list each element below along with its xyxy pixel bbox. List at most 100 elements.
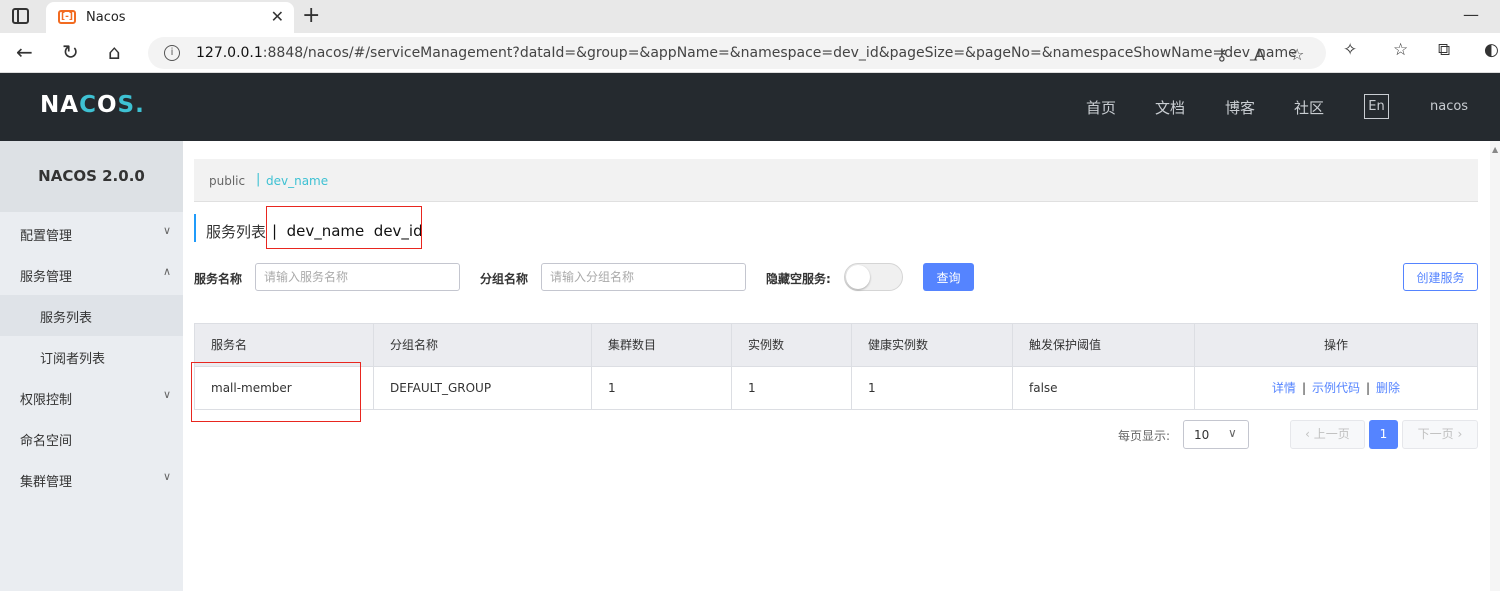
info-icon[interactable]: i bbox=[164, 45, 180, 61]
group-name-label: 分组名称 bbox=[480, 272, 529, 286]
read-aloud-icon[interactable]: A bbox=[1254, 45, 1265, 64]
cell-healthy-count: 1 bbox=[852, 367, 1013, 409]
col-group-name: 分组名称 bbox=[374, 324, 592, 366]
cell-threshold: false bbox=[1013, 367, 1195, 409]
chevron-right-icon: › bbox=[1453, 427, 1463, 441]
col-cluster-count: 集群数目 bbox=[592, 324, 732, 366]
refresh-icon[interactable]: ↻ bbox=[62, 40, 79, 64]
namespace-separator: | bbox=[256, 172, 261, 187]
current-page-button[interactable]: 1 bbox=[1369, 420, 1398, 449]
collections-icon[interactable]: ⧉ bbox=[1438, 40, 1450, 60]
annotation-box-service bbox=[191, 362, 361, 422]
nav-community[interactable]: 社区 bbox=[1294, 97, 1324, 118]
sidebar-title: NACOS 2.0.0 bbox=[0, 141, 183, 212]
sidebar-item-service-list[interactable]: 服务列表 bbox=[0, 295, 183, 336]
chevron-down-icon: ∨ bbox=[1228, 426, 1237, 440]
sidebar-item-label: 配置管理 bbox=[20, 229, 73, 244]
chevron-left-icon: ‹ bbox=[1305, 427, 1314, 441]
page-size-label: 每页显示: bbox=[1118, 429, 1171, 443]
new-tab-icon[interactable]: + bbox=[302, 3, 320, 28]
key-icon[interactable]: ⚷ bbox=[1216, 45, 1228, 64]
page-size-value: 10 bbox=[1194, 428, 1210, 442]
url-field[interactable]: i 127.0.0.1:8848/nacos/#/serviceManageme… bbox=[148, 37, 1326, 69]
page-size-select[interactable]: 10 ∨ bbox=[1183, 420, 1249, 449]
chevron-down-icon: ∨ bbox=[163, 388, 172, 401]
nav-home[interactable]: 首页 bbox=[1086, 97, 1116, 118]
user-menu[interactable]: nacos bbox=[1430, 99, 1468, 114]
chevron-down-icon: ∨ bbox=[163, 224, 172, 237]
sidebar-item-cluster[interactable]: 集群管理 ∨ bbox=[0, 459, 183, 500]
cell-actions: 详情 | 示例代码 | 删除 bbox=[1195, 367, 1477, 409]
sidebar-item-label: 命名空间 bbox=[20, 434, 73, 449]
col-instance-count: 实例数 bbox=[732, 324, 852, 366]
action-separator: | bbox=[1301, 381, 1306, 395]
namespace-dev[interactable]: dev_name bbox=[266, 174, 328, 188]
language-switch[interactable]: En bbox=[1364, 94, 1389, 119]
close-icon[interactable]: ✕ bbox=[271, 7, 284, 26]
next-page-button[interactable]: 下一页 › bbox=[1402, 420, 1478, 449]
namespace-public[interactable]: public bbox=[209, 174, 245, 188]
col-threshold: 触发保护阈值 bbox=[1013, 324, 1195, 366]
create-service-button[interactable]: 创建服务 bbox=[1403, 263, 1478, 291]
namespace-bar: public | dev_name bbox=[194, 159, 1478, 202]
annotation-box-namespace bbox=[266, 206, 422, 249]
page-title: 服务列表 bbox=[206, 223, 267, 241]
scroll-up-icon[interactable]: ▲ bbox=[1492, 145, 1498, 154]
group-name-input[interactable] bbox=[541, 263, 746, 291]
prev-page-label: 上一页 bbox=[1313, 427, 1350, 441]
sidebar-item-label: 权限控制 bbox=[20, 393, 73, 408]
col-healthy-count: 健康实例数 bbox=[852, 324, 1013, 366]
detail-link[interactable]: 详情 bbox=[1272, 381, 1296, 395]
home-icon[interactable]: ⌂ bbox=[108, 40, 121, 64]
sidebar-item-auth[interactable]: 权限控制 ∨ bbox=[0, 377, 183, 418]
browser-tab[interactable]: [-] Nacos ✕ bbox=[46, 2, 294, 33]
table-header: 服务名 分组名称 集群数目 实例数 健康实例数 触发保护阈值 操作 bbox=[194, 323, 1478, 367]
col-actions: 操作 bbox=[1323, 338, 1348, 352]
sidebar-item-subscribers[interactable]: 订阅者列表 bbox=[0, 336, 183, 377]
sidebar: NACOS 2.0.0 配置管理 ∨ 服务管理 ∧ 服务列表 订阅者列表 权限控… bbox=[0, 141, 183, 591]
sidebar-item-namespace[interactable]: 命名空间 bbox=[0, 418, 183, 459]
hide-empty-toggle[interactable] bbox=[844, 263, 903, 291]
address-bar-row: ← ↻ ⌂ i 127.0.0.1:8848/nacos/#/serviceMa… bbox=[0, 33, 1500, 73]
next-page-label: 下一页 bbox=[1417, 427, 1454, 441]
profile-icon[interactable]: ◐ bbox=[1484, 40, 1499, 60]
prev-page-button[interactable]: ‹ 上一页 bbox=[1290, 420, 1365, 449]
query-button[interactable]: 查询 bbox=[923, 263, 974, 291]
sidebar-item-config[interactable]: 配置管理 ∨ bbox=[0, 213, 183, 254]
extensions-icon[interactable]: ✧ bbox=[1343, 40, 1357, 60]
top-navigation: NACOS. 首页 文档 博客 社区 En nacos bbox=[0, 73, 1500, 141]
sidebar-item-label: 服务列表 bbox=[40, 311, 93, 326]
nacos-logo[interactable]: NACOS. bbox=[40, 92, 145, 118]
tab-title: Nacos bbox=[86, 10, 126, 25]
title-accent-bar bbox=[194, 214, 196, 242]
cell-instance-count: 1 bbox=[732, 367, 852, 409]
cell-cluster-count: 1 bbox=[592, 367, 732, 409]
nav-blog[interactable]: 博客 bbox=[1225, 97, 1255, 118]
table-row: mall-member DEFAULT_GROUP 1 1 1 false 详情… bbox=[194, 367, 1478, 410]
nav-docs[interactable]: 文档 bbox=[1155, 97, 1185, 118]
sidebar-item-label: 订阅者列表 bbox=[40, 352, 106, 367]
sample-code-link[interactable]: 示例代码 bbox=[1312, 381, 1360, 395]
tab-actions-icon[interactable] bbox=[12, 8, 29, 24]
toggle-knob bbox=[846, 265, 870, 289]
chevron-up-icon: ∧ bbox=[163, 265, 172, 278]
hide-empty-label: 隐藏空服务: bbox=[766, 272, 831, 286]
url-text: 127.0.0.1:8848/nacos/#/serviceManagement… bbox=[196, 45, 1297, 61]
service-name-input[interactable] bbox=[255, 263, 460, 291]
sidebar-item-label: 集群管理 bbox=[20, 475, 73, 490]
chevron-down-icon: ∨ bbox=[163, 470, 172, 483]
favorites-icon[interactable]: ☆ bbox=[1393, 40, 1408, 60]
sidebar-item-service[interactable]: 服务管理 ∧ bbox=[0, 254, 183, 295]
minimize-icon[interactable]: — bbox=[1463, 5, 1479, 24]
delete-link[interactable]: 删除 bbox=[1376, 381, 1400, 395]
cell-group-name: DEFAULT_GROUP bbox=[374, 367, 592, 409]
service-name-label: 服务名称 bbox=[194, 272, 243, 286]
favorite-add-icon[interactable]: ☆ bbox=[1290, 45, 1304, 64]
sidebar-item-label: 服务管理 bbox=[20, 270, 73, 285]
action-separator: | bbox=[1366, 381, 1371, 395]
nacos-favicon-icon: [-] bbox=[58, 10, 76, 24]
browser-tab-bar: [-] Nacos ✕ + — bbox=[0, 0, 1500, 33]
page-scrollbar[interactable] bbox=[1490, 141, 1500, 591]
back-icon[interactable]: ← bbox=[16, 40, 33, 64]
col-service-name: 服务名 bbox=[195, 324, 374, 366]
